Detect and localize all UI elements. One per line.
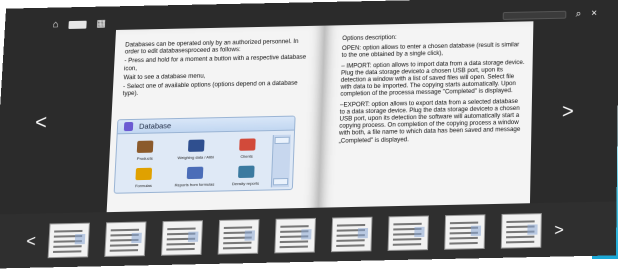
page-thumbnail[interactable] [330, 216, 373, 253]
weighing-data-icon [187, 139, 205, 152]
grid-icon[interactable]: ▦ [96, 18, 106, 29]
clients-icon [238, 138, 256, 151]
close-icon[interactable]: × [591, 8, 597, 19]
viewer-stage: ⌂ ▦ ⌕ × < > Databases can be operated on… [0, 0, 618, 269]
home-icon[interactable]: ⌂ [52, 19, 59, 30]
page-thumbnail[interactable] [160, 220, 203, 256]
page-thumbnail[interactable] [104, 221, 147, 257]
right-paragraph: OPEN: option allows to enter a chosen da… [341, 41, 520, 60]
database-scrollbar[interactable] [270, 134, 291, 188]
database-item-label: Weighing data / Alibi [177, 154, 215, 161]
scroll-up-button[interactable] [274, 136, 290, 145]
search-input[interactable] [502, 10, 566, 20]
left-paragraph: - Press and hold for a moment a button w… [123, 54, 307, 72]
reports-icon [186, 166, 204, 180]
database-item-density-reports[interactable]: Density reports [221, 162, 271, 188]
right-page-text: Options description: OPEN: option allows… [339, 31, 526, 147]
database-item-formulas[interactable]: Formulas [119, 164, 169, 190]
database-item-label: Density reports [231, 180, 260, 187]
flipbook-viewer: ⌂ ▦ ⌕ × < > Databases can be operated on… [0, 0, 618, 269]
right-page: Options description: OPEN: option allows… [318, 21, 534, 214]
prev-page-button[interactable]: < [35, 112, 48, 134]
page-thumbnail[interactable] [274, 217, 316, 254]
left-paragraph: - Select one of available options (optio… [122, 79, 298, 98]
next-page-button[interactable]: > [562, 101, 574, 123]
book-spread: Databases can be operated only by an aut… [106, 21, 534, 220]
page-thumbnail[interactable] [217, 219, 260, 255]
database-icon [123, 121, 134, 132]
database-item-weighing-data[interactable]: Weighing data / Alibi [171, 136, 221, 162]
page-thumbnail[interactable] [47, 222, 90, 259]
database-item-reports-from-formulas[interactable]: Reports from formulas [170, 163, 220, 189]
page-thumbnail[interactable] [444, 214, 486, 250]
database-panel: Database Products Weighing data / Alibi [113, 115, 296, 194]
database-item-label: Reports from formulas [174, 181, 215, 188]
thumbnail-next-button[interactable]: > [554, 222, 564, 240]
right-paragraph: Options description: [342, 33, 397, 43]
right-paragraph: – IMPORT: option allows to import data f… [340, 58, 525, 99]
left-page-text: Databases can be operated only by an aut… [122, 38, 314, 100]
products-icon [137, 140, 154, 153]
left-page: Databases can be operated only by an aut… [106, 25, 325, 219]
database-item-label: Formulas [134, 182, 153, 189]
database-header: Database [117, 116, 295, 135]
thumbnail-list [47, 213, 542, 259]
database-item-clients[interactable]: Clients [222, 135, 272, 161]
left-paragraph: Databases can be operated only by an aut… [124, 38, 299, 56]
database-item-products[interactable]: Products [120, 137, 170, 163]
page-indicator[interactable] [68, 20, 87, 29]
database-item-label: Clients [240, 153, 253, 159]
density-reports-icon [237, 165, 255, 179]
page-thumbnail[interactable] [500, 213, 542, 249]
page-thumbnail[interactable] [387, 215, 429, 251]
formulas-icon [135, 167, 153, 181]
thumbnail-prev-button[interactable]: < [26, 233, 36, 251]
scroll-down-button[interactable] [272, 177, 289, 186]
database-title: Database [138, 121, 172, 131]
search-icon[interactable]: ⌕ [576, 8, 582, 19]
right-paragraph: –EXPORT: option allows to export data fr… [338, 97, 521, 145]
database-grid: Products Weighing data / Alibi Clients F… [119, 135, 272, 191]
database-item-label: Products [136, 155, 153, 162]
